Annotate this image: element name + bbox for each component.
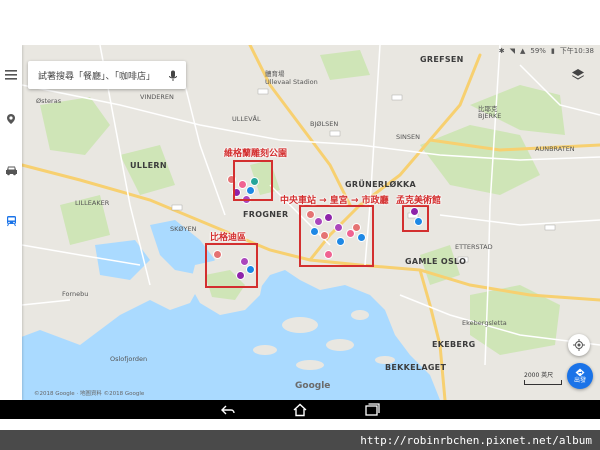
map-label-grunerlokka: GRÜNERLØKKA — [345, 180, 417, 189]
my-location-icon — [573, 339, 585, 351]
recents-icon — [365, 402, 380, 416]
annotation-box-munch — [402, 205, 429, 232]
map-label-vinderen: VINDEREN — [140, 93, 174, 101]
directions-button[interactable]: 出發 — [567, 363, 593, 389]
left-side-rail — [0, 45, 22, 400]
annotation-box-central — [299, 205, 374, 267]
transit-icon[interactable] — [3, 213, 19, 229]
annotation-box-vigeland — [233, 160, 273, 201]
map-label-ullern: ULLERN — [130, 161, 167, 170]
watermark-url-bar: http://robinrbchen.pixnet.net/album — [0, 430, 600, 450]
map-label-bjolsen: BJØLSEN — [310, 120, 339, 128]
annotation-label-central: 中央車站 → 皇宮 → 市政廳 — [280, 196, 389, 206]
map-label-ekeberg: EKEBERG — [432, 340, 476, 349]
watermark-url: http://robinrbchen.pixnet.net/album — [360, 433, 592, 447]
annotation-label-bygdoy: 比格迪區 — [210, 233, 247, 243]
wifi-icon: ◥ — [509, 47, 515, 55]
map-label-skoyen: SKØYEN — [170, 225, 197, 233]
map-label-ekebergsletta: Ekebergsletta — [462, 319, 507, 327]
annotation-label-vigeland: 維格蘭雕刻公園 — [224, 149, 288, 159]
status-bar: ✱ ◥ ▲ 59% ▮ 下午10:38 — [0, 45, 600, 58]
home-icon — [293, 403, 307, 416]
back-button[interactable] — [217, 402, 239, 418]
map-label-fornebu: Fornebu — [62, 290, 89, 298]
map-label-ulleval: ULLEVÅL — [232, 115, 261, 123]
battery-level: 59% — [530, 47, 546, 55]
car-icon[interactable] — [3, 162, 19, 178]
layers-button[interactable] — [567, 64, 589, 86]
back-icon — [221, 405, 235, 414]
map-label-lilleaker: LILLEAKER — [75, 199, 110, 207]
map-label-aunbraten: AUNBRATEN — [535, 145, 575, 153]
my-location-button[interactable] — [568, 334, 590, 356]
menu-icon[interactable] — [3, 67, 19, 83]
map-label-ullevaal-stadion: 體育場 Ullevaal Stadion — [265, 70, 318, 86]
explore-icon[interactable] — [3, 111, 19, 127]
clock: 下午10:38 — [559, 47, 594, 55]
map-label-gamle-oslo: GAMLE OSLO — [405, 257, 467, 266]
layers-icon — [572, 69, 584, 80]
map-copyright: ©2018 Google · 地圖資料 ©2018 Google — [34, 391, 145, 397]
map-label-fjord: Oslofjorden — [110, 355, 148, 363]
annotation-box-bygdoy — [205, 243, 258, 288]
annotation-label-munch: 孟克美術館 — [396, 196, 442, 206]
map-label-bekkelaget: BEKKELAGET — [385, 363, 447, 372]
recents-button[interactable] — [361, 402, 383, 418]
home-button[interactable] — [289, 402, 311, 418]
map-label-sinsen: SINSEN — [396, 133, 421, 141]
bluetooth-icon: ✱ — [498, 47, 505, 55]
google-logo: Google — [295, 381, 331, 391]
android-nav-bar — [0, 400, 600, 419]
map-scale-bar — [524, 380, 562, 385]
map-scale-label: 2000 英尺 — [524, 372, 554, 379]
map-label-bjerke: BJERKE — [478, 112, 502, 120]
directions-icon — [575, 368, 585, 377]
map-label-frogner: FROGNER — [243, 210, 289, 219]
map-app-screen: GREFSEN Østeras 比耶克 BJERKE BJØLSEN SINSE… — [0, 45, 600, 400]
battery-icon: ▮ — [550, 47, 555, 55]
search-input[interactable]: 試著搜尋「餐廳」、「咖啡店」 — [38, 69, 166, 82]
signal-icon: ▲ — [520, 47, 526, 55]
map-scale: 2000 英尺 — [524, 370, 562, 385]
search-box[interactable]: 試著搜尋「餐廳」、「咖啡店」 — [28, 61, 186, 89]
microphone-icon[interactable] — [166, 68, 180, 82]
map-label-etterstad: ETTERSTAD — [455, 243, 493, 251]
map-label-osteras: Østeras — [36, 97, 62, 105]
directions-label: 出發 — [573, 377, 586, 384]
